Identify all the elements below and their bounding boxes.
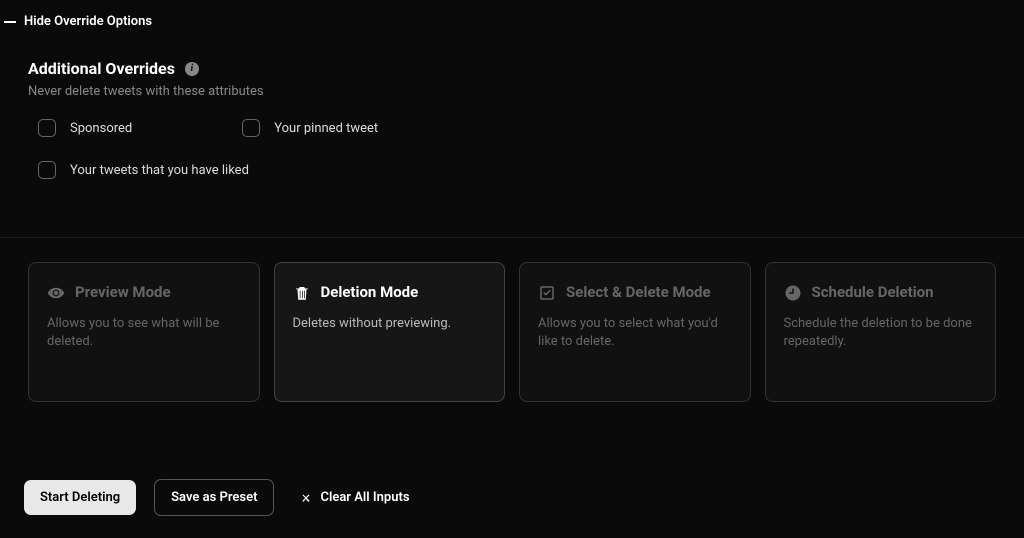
- minus-icon: [4, 21, 16, 23]
- checkbox-sponsored[interactable]: Sponsored: [38, 119, 132, 137]
- eye-icon: [47, 284, 65, 302]
- checkbox-icon: [38, 161, 56, 179]
- overrides-subtitle: Never delete tweets with these attribute…: [28, 84, 1024, 99]
- mode-preview[interactable]: Preview Mode Allows you to see what will…: [28, 262, 260, 402]
- start-deleting-button[interactable]: Start Deleting: [24, 480, 136, 515]
- checkbox-liked-tweets[interactable]: Your tweets that you have liked: [38, 161, 249, 179]
- overrides-header: Additional Overrides i: [28, 59, 1024, 78]
- mode-schedule[interactable]: Schedule Deletion Schedule the deletion …: [765, 262, 997, 402]
- checkbox-label: Your pinned tweet: [274, 121, 378, 136]
- save-preset-button[interactable]: Save as Preset: [154, 479, 274, 516]
- checkbox-checked-icon: [538, 284, 556, 302]
- mode-select-delete[interactable]: Select & Delete Mode Allows you to selec…: [519, 262, 751, 402]
- info-icon[interactable]: i: [185, 62, 199, 76]
- mode-desc: Schedule the deletion to be done repeate…: [784, 315, 978, 351]
- checkbox-label: Sponsored: [70, 121, 132, 136]
- mode-title: Select & Delete Mode: [566, 283, 711, 303]
- mode-deletion[interactable]: Deletion Mode Deletes without previewing…: [274, 262, 506, 402]
- clear-all-label: Clear All Inputs: [320, 490, 409, 505]
- mode-title: Preview Mode: [75, 283, 171, 303]
- trash-icon: [293, 284, 311, 302]
- mode-title: Deletion Mode: [321, 283, 419, 303]
- mode-title: Schedule Deletion: [812, 283, 934, 303]
- checkbox-icon: [38, 119, 56, 137]
- mode-desc: Allows you to select what you'd like to …: [538, 315, 732, 351]
- checkbox-label: Your tweets that you have liked: [70, 163, 249, 178]
- mode-desc: Allows you to see what will be deleted.: [47, 315, 241, 351]
- overrides-title: Additional Overrides: [28, 59, 175, 78]
- hide-override-label: Hide Override Options: [24, 14, 152, 29]
- clock-icon: [784, 284, 802, 302]
- checkbox-pinned-tweet[interactable]: Your pinned tweet: [242, 119, 378, 137]
- hide-override-toggle[interactable]: Hide Override Options: [0, 14, 1024, 29]
- clear-all-button[interactable]: Clear All Inputs: [292, 480, 417, 515]
- mode-desc: Deletes without previewing.: [293, 315, 487, 333]
- x-icon: [300, 492, 312, 504]
- checkbox-icon: [242, 119, 260, 137]
